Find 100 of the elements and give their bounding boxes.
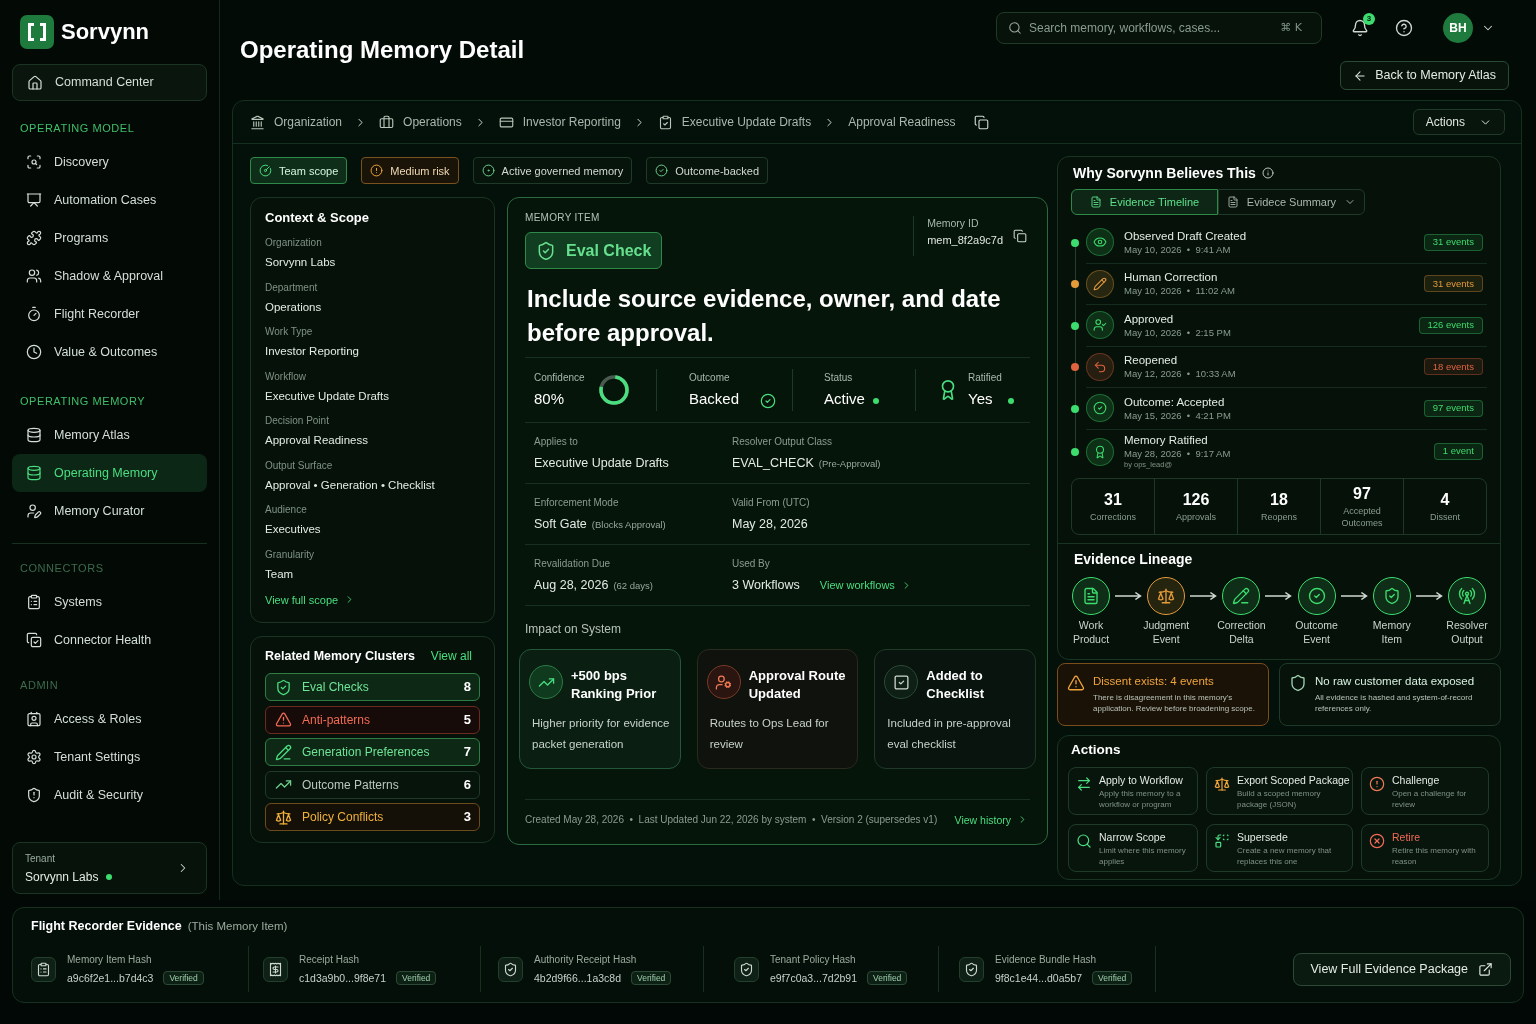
sidebar-item[interactable]: Access & Roles <box>12 700 207 738</box>
action-tile[interactable]: Narrow Scope Limit where this memory applies <box>1068 824 1198 872</box>
tenant-switcher[interactable]: Tenant Sorvynn Labs <box>12 842 207 894</box>
impact-title: Approval Route Updated <box>748 667 847 703</box>
bar-subtitle: (This Memory Item) <box>187 919 288 934</box>
sidebar-item[interactable]: Connector Health <box>12 621 207 659</box>
footer-meta: Created May 28, 2026 • Last Updated Jun 22, 2026 by system • Version 2 (supersedes v1) <box>525 812 938 827</box>
tag-label: Outcome-backed <box>675 163 760 178</box>
view-workflows-link[interactable]: View workflows <box>819 577 912 594</box>
clock-icon <box>26 344 42 360</box>
sidebar-item[interactable]: Systems <box>12 583 207 621</box>
shield-check-icon <box>959 956 984 982</box>
event-title: Approved <box>1124 311 1175 326</box>
field-value: Aug 28, 2026 <box>534 577 609 594</box>
sidebar-item[interactable]: Automation Cases <box>12 181 207 219</box>
field-value: Operations <box>265 299 323 315</box>
actions-dropdown[interactable]: Actions <box>1412 109 1505 135</box>
cluster-row[interactable]: Generation Preferences 7 <box>265 738 480 766</box>
check-circle-icon <box>760 393 777 409</box>
tab[interactable]: Evidence Timeline <box>1071 189 1218 215</box>
user-avatar[interactable]: BH <box>1443 13 1473 43</box>
action-description: Create a new memory that replaces this one <box>1237 845 1333 867</box>
action-tile[interactable]: Apply to Workflow Apply this memory to a workflow or program <box>1068 767 1198 815</box>
hash-value: a9c6f2e1...b7d4c3 <box>67 971 154 985</box>
sidebar-item[interactable]: Programs <box>12 219 207 257</box>
user-cog-icon <box>706 665 741 699</box>
event-title: Reopened <box>1124 353 1179 368</box>
sidebar-item[interactable]: Value & Outcomes <box>12 333 207 371</box>
replace-icon <box>1214 833 1230 849</box>
sidebar-item[interactable]: Command Center <box>12 64 207 101</box>
breadcrumb-link[interactable]: Operations <box>403 113 462 131</box>
arrow-icon <box>1415 590 1443 601</box>
puzzle-icon <box>26 230 42 246</box>
breadcrumb-link[interactable]: Approval Readiness <box>848 113 956 131</box>
total-value: 18 <box>1270 489 1288 510</box>
back-button[interactable]: Back to Memory Atlas <box>1340 61 1509 90</box>
briefcase-icon <box>379 114 395 130</box>
stat-value: 80% <box>534 389 566 409</box>
field-label: Revalidation Due <box>534 557 612 571</box>
event-time: May 12, 2026 • 10:33 AM <box>1124 367 1236 381</box>
hash-value: c1d3a9b0...9f8e71 <box>299 971 386 985</box>
warning-icon <box>275 711 292 728</box>
copy-icon[interactable] <box>1013 229 1027 243</box>
external-link-icon <box>1478 961 1493 977</box>
cluster-row[interactable]: Eval Checks 8 <box>265 673 480 701</box>
alert-text: All evidence is hashed and system-of-record references only. <box>1315 692 1474 714</box>
stat-label: Outcome <box>689 371 731 385</box>
sidebar-item[interactable]: Memory Curator <box>12 492 207 530</box>
lineage-label: Correction Delta <box>1216 617 1267 646</box>
sidebar-item[interactable]: Audit & Security <box>12 776 207 814</box>
field-note: (Pre-Approval) <box>818 457 881 470</box>
tab[interactable]: Evidece Summary <box>1218 189 1365 215</box>
cluster-row[interactable]: Policy Conflicts 3 <box>265 803 480 831</box>
view-package-button[interactable]: View Full Evidence Package <box>1292 952 1511 986</box>
alert-title: Dissent exists: 4 events <box>1093 674 1215 689</box>
tag-label: Active governed memory <box>501 163 624 178</box>
view-all-link[interactable]: View all <box>430 648 472 664</box>
pencil-icon <box>275 743 292 761</box>
help-icon[interactable] <box>1395 19 1413 37</box>
arrow-icon <box>1340 590 1368 601</box>
badge-label: Eval Check <box>566 240 652 261</box>
hash-value: e9f7c0a3...7d2b91 <box>770 971 857 985</box>
sidebar-item[interactable]: Operating Memory <box>12 454 207 492</box>
event-title: Memory Ratified <box>1124 433 1209 447</box>
total-label: Corrections <box>1090 510 1136 523</box>
award-icon <box>1086 437 1114 466</box>
tag-label: Team scope <box>279 163 339 178</box>
breadcrumb-link[interactable]: Organization <box>274 113 343 131</box>
field-label: Resolver Output Class <box>732 435 834 449</box>
event-time: May 15, 2026 • 4:21 PM <box>1124 408 1231 422</box>
field-label: Department <box>265 280 319 294</box>
copy-icon[interactable] <box>973 114 989 130</box>
sidebar-item[interactable]: Memory Atlas <box>12 416 207 454</box>
circle-dot-icon <box>481 164 495 177</box>
action-tile[interactable]: Challenge Open a challenge for review <box>1361 767 1489 815</box>
breadcrumb-link[interactable]: Investor Reporting <box>522 113 621 131</box>
sidebar-item[interactable]: Discovery <box>12 143 207 181</box>
action-tile[interactable]: Export Scoped Package Build a scoped memory package (JSON) <box>1206 767 1353 815</box>
document-icon <box>1089 196 1102 208</box>
view-history-link[interactable]: View history <box>954 812 1028 827</box>
tag-label: Medium risk <box>390 163 450 178</box>
cluster-row[interactable]: Anti-patterns 5 <box>265 705 480 734</box>
view-scope-link[interactable]: View full scope <box>265 592 356 607</box>
cluster-row[interactable]: Outcome Patterns 6 <box>265 770 480 799</box>
breadcrumb-link[interactable]: Executive Update Drafts <box>681 113 812 131</box>
cluster-count: 6 <box>463 775 471 794</box>
action-tile[interactable]: Retire Retire this memory with reason <box>1361 824 1489 872</box>
search-icon <box>1076 833 1092 849</box>
field-label: Valid From (UTC) <box>732 496 811 510</box>
stat-label: Ratified <box>968 371 1002 385</box>
gauge-icon <box>259 164 272 177</box>
action-tile[interactable]: Supersede Create a new memory that replaces this one <box>1206 824 1353 872</box>
stat-value: Active <box>824 389 865 409</box>
sidebar-item[interactable]: Flight Recorder <box>12 295 207 333</box>
field-label: Applies to <box>534 435 579 449</box>
scale-icon <box>1214 776 1230 792</box>
impact-title: +500 bps Ranking Prior <box>571 667 658 703</box>
hash-label: Authority Receipt Hash <box>534 953 638 967</box>
sidebar-item[interactable]: Tenant Settings <box>12 738 207 776</box>
sidebar-item[interactable]: Shadow & Approval <box>12 257 207 295</box>
